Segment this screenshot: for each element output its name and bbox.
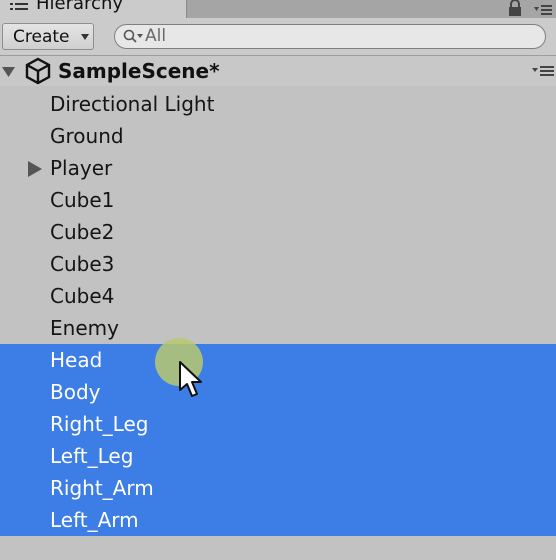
menu-icon[interactable] xyxy=(534,4,552,16)
tree-item-label: Ground xyxy=(50,124,124,148)
search-input[interactable] xyxy=(145,26,525,46)
tree-item-right-leg[interactable]: Right_Leg xyxy=(0,408,556,440)
tree-item-label: Right_Arm xyxy=(50,476,154,500)
tree-item-cube3[interactable]: Cube3 xyxy=(0,248,556,280)
hierarchy-tree: Directional Light Ground Player Cube1 Cu… xyxy=(0,88,556,536)
tab-bar: Hierarchy xyxy=(0,0,556,18)
create-button[interactable]: Create xyxy=(2,23,94,50)
tree-item-label: Player xyxy=(50,156,113,180)
tree-item-cube1[interactable]: Cube1 xyxy=(0,184,556,216)
list-icon xyxy=(10,3,28,10)
tree-item-label: Enemy xyxy=(50,316,119,340)
tree-item-label: Directional Light xyxy=(50,92,215,116)
expand-arrow-down-icon[interactable] xyxy=(2,65,15,78)
tree-item-player[interactable]: Player xyxy=(0,152,556,184)
tree-item-head[interactable]: Head xyxy=(0,344,556,376)
tree-item-label: Left_Leg xyxy=(50,444,134,468)
create-button-label: Create xyxy=(13,27,70,47)
tree-item-body[interactable]: Body xyxy=(0,376,556,408)
expand-arrow-right-icon[interactable] xyxy=(28,161,42,177)
tab-hierarchy[interactable]: Hierarchy xyxy=(0,0,187,18)
caret-down-icon xyxy=(81,34,89,40)
tree-item-label: Cube1 xyxy=(50,188,115,212)
tab-title: Hierarchy xyxy=(36,0,124,14)
unity-icon xyxy=(25,57,51,85)
tree-item-label: Cube2 xyxy=(50,220,115,244)
tree-item-right-arm[interactable]: Right_Arm xyxy=(0,472,556,504)
lock-icon[interactable] xyxy=(508,0,522,16)
tree-item-label: Cube3 xyxy=(50,252,115,276)
hierarchy-toolbar: Create xyxy=(0,18,556,56)
cursor-icon xyxy=(179,361,202,397)
scene-name: SampleScene* xyxy=(58,59,220,83)
tree-item-directional-light[interactable]: Directional Light xyxy=(0,88,556,120)
tree-item-label: Body xyxy=(50,380,101,404)
tree-item-ground[interactable]: Ground xyxy=(0,120,556,152)
scene-row[interactable]: SampleScene* xyxy=(0,56,556,86)
search-icon[interactable] xyxy=(123,29,145,45)
tree-item-label: Left_Arm xyxy=(50,508,139,532)
menu-icon[interactable] xyxy=(532,65,554,77)
tree-item-left-arm[interactable]: Left_Arm xyxy=(0,504,556,536)
tree-item-label: Head xyxy=(50,348,103,372)
tree-item-cube2[interactable]: Cube2 xyxy=(0,216,556,248)
tree-item-left-leg[interactable]: Left_Leg xyxy=(0,440,556,472)
empty-area[interactable] xyxy=(0,536,556,560)
search-field[interactable] xyxy=(114,24,546,49)
tree-item-enemy[interactable]: Enemy xyxy=(0,312,556,344)
tree-item-label: Right_Leg xyxy=(50,412,149,436)
tree-item-cube4[interactable]: Cube4 xyxy=(0,280,556,312)
tree-item-label: Cube4 xyxy=(50,284,115,308)
